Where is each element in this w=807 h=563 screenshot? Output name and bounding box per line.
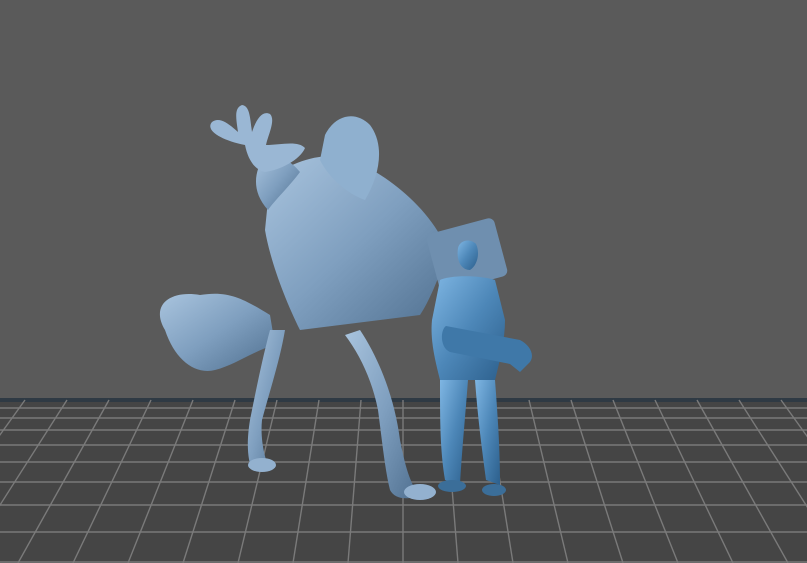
viewport-canvas[interactable] [0,0,807,563]
3d-viewport[interactable] [0,0,807,563]
